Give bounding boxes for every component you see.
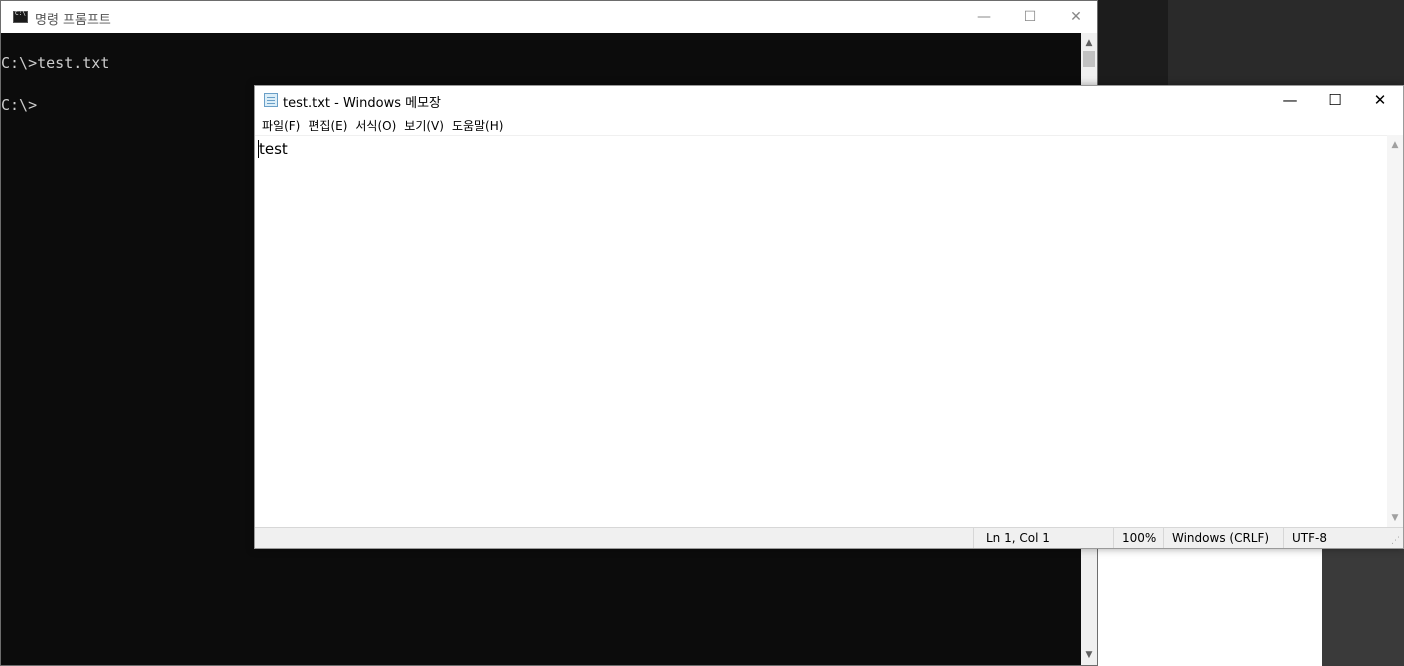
desktop-background-right bbox=[1322, 548, 1404, 666]
scroll-down-arrow-icon[interactable]: ▼ bbox=[1081, 647, 1097, 663]
notepad-window-title: test.txt - Windows 메모장 bbox=[283, 96, 441, 111]
menu-edit[interactable]: 편집(E) bbox=[307, 114, 354, 134]
notepad-content: test bbox=[259, 140, 288, 158]
notepad-status-bar: Ln 1, Col 1 100% Windows (CRLF) UTF-8 ⋰ bbox=[255, 527, 1403, 548]
background-window-fragment bbox=[1098, 548, 1322, 666]
cmd-titlebar[interactable]: 명령 프롬프트 — ☐ ✕ bbox=[1, 1, 1097, 33]
cmd-window-title: 명령 프롬프트 bbox=[35, 13, 111, 28]
menu-view[interactable]: 보기(V) bbox=[403, 114, 451, 134]
notepad-vertical-scrollbar[interactable]: ▲ ▼ bbox=[1387, 135, 1403, 528]
cmd-close-button[interactable]: ✕ bbox=[1053, 1, 1099, 33]
notepad-window[interactable]: test.txt - Windows 메모장 — ☐ ✕ 파일(F) 편집(E)… bbox=[254, 85, 1404, 549]
notepad-maximize-button[interactable]: ☐ bbox=[1312, 86, 1358, 114]
notepad-menubar: 파일(F) 편집(E) 서식(O) 보기(V) 도움말(H) bbox=[255, 114, 1403, 134]
status-encoding: UTF-8 bbox=[1283, 528, 1403, 548]
notepad-app-icon bbox=[264, 93, 278, 107]
notepad-close-button[interactable]: ✕ bbox=[1357, 86, 1403, 114]
cmd-app-icon bbox=[13, 10, 28, 23]
menu-help[interactable]: 도움말(H) bbox=[451, 114, 511, 134]
scroll-up-arrow-icon[interactable]: ▲ bbox=[1081, 35, 1097, 51]
status-line-ending: Windows (CRLF) bbox=[1163, 528, 1283, 548]
cmd-maximize-button[interactable]: ☐ bbox=[1007, 1, 1053, 33]
notepad-titlebar[interactable]: test.txt - Windows 메모장 — ☐ ✕ bbox=[255, 86, 1403, 114]
scroll-up-arrow-icon[interactable]: ▲ bbox=[1387, 137, 1403, 153]
scroll-down-arrow-icon[interactable]: ▼ bbox=[1387, 510, 1403, 526]
status-cursor-position: Ln 1, Col 1 bbox=[973, 528, 1113, 548]
cmd-minimize-button[interactable]: — bbox=[961, 1, 1007, 33]
cmd-line: C:\>test.txt bbox=[1, 54, 110, 72]
menu-format[interactable]: 서식(O) bbox=[354, 114, 403, 134]
status-zoom: 100% bbox=[1113, 528, 1163, 548]
cmd-scroll-thumb[interactable] bbox=[1083, 51, 1095, 67]
notepad-text-area[interactable]: test bbox=[255, 135, 1389, 528]
menu-file[interactable]: 파일(F) bbox=[261, 114, 307, 134]
resize-grip-icon[interactable]: ⋰ bbox=[1391, 536, 1401, 546]
notepad-minimize-button[interactable]: — bbox=[1267, 86, 1313, 114]
desktop-background-strip bbox=[1168, 0, 1404, 85]
